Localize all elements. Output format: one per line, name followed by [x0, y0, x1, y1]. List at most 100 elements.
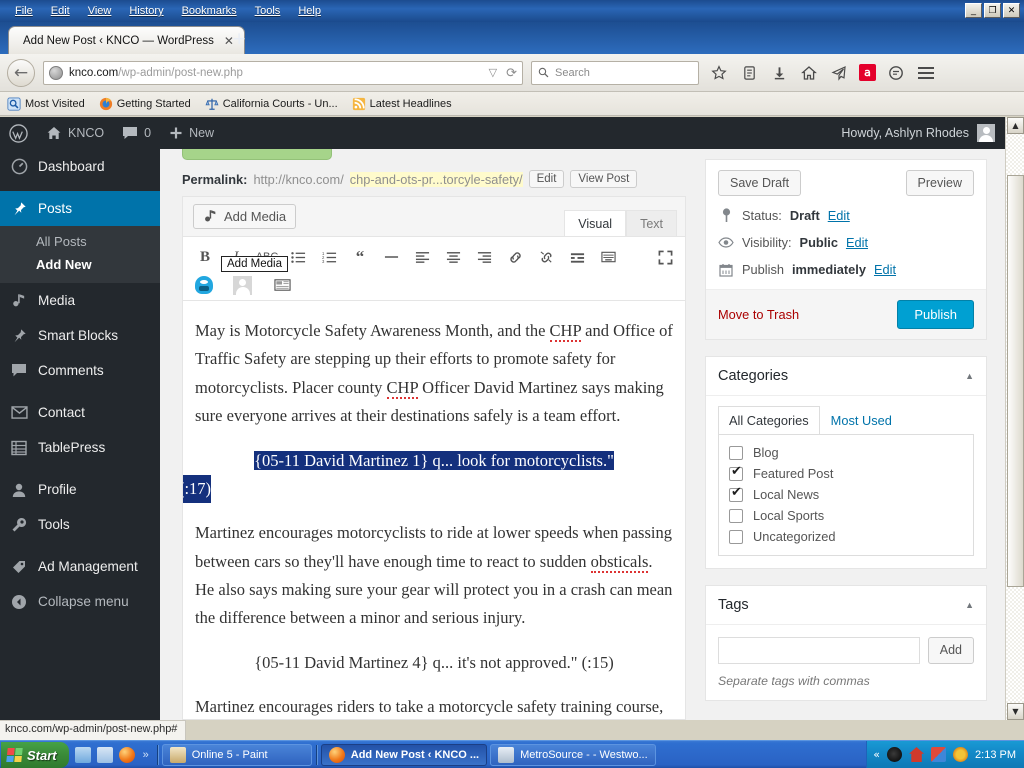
visibility-edit-link[interactable]: Edit: [846, 235, 868, 250]
permalink-slug[interactable]: chp-and-ots-pr...torcyle-safety/: [349, 171, 523, 187]
sidebar-item-tools[interactable]: Tools: [0, 507, 160, 542]
tray-expand-icon[interactable]: «: [873, 748, 880, 761]
new-tab-button[interactable]: +: [232, 31, 246, 48]
category-item-featured-post[interactable]: Featured Post: [729, 464, 963, 481]
sidebar-item-posts[interactable]: Posts: [0, 191, 168, 226]
scrollbar-thumb[interactable]: [1007, 175, 1024, 587]
checkbox[interactable]: [729, 485, 743, 502]
firefox-icon[interactable]: [118, 746, 135, 763]
hamburger-menu-icon[interactable]: [916, 63, 936, 83]
chevron-up-icon[interactable]: ▲: [965, 371, 974, 381]
library-icon[interactable]: [739, 63, 759, 83]
category-item-blog[interactable]: Blog: [729, 445, 963, 460]
news-icon[interactable]: [272, 275, 292, 295]
sidebar-item-smart-blocks[interactable]: Smart Blocks: [0, 318, 160, 353]
word-icon[interactable]: [96, 746, 113, 763]
sidebar-item-contact[interactable]: Contact: [0, 395, 160, 430]
align-right-icon[interactable]: [474, 247, 494, 267]
taskbar-window-firefox[interactable]: Add New Post ‹ KNCO ...: [320, 743, 488, 766]
add-tag-button[interactable]: Add: [927, 637, 974, 664]
reload-icon[interactable]: ⟳: [506, 65, 517, 81]
align-center-icon[interactable]: [443, 247, 463, 267]
checkbox[interactable]: [729, 508, 743, 523]
tab-text[interactable]: Text: [626, 210, 677, 236]
sidebar-item-media[interactable]: Media: [0, 283, 160, 318]
comments-menu[interactable]: 0: [113, 117, 160, 149]
view-post-button[interactable]: View Post: [570, 170, 638, 188]
home-icon[interactable]: [799, 63, 819, 83]
bullet-list-icon[interactable]: [288, 247, 308, 267]
bookmark-most-visited[interactable]: Most Visited: [7, 96, 85, 111]
numbered-list-icon[interactable]: 123: [319, 247, 339, 267]
bookmark-california-courts[interactable]: California Courts - Un...: [205, 97, 338, 111]
schedule-edit-link[interactable]: Edit: [874, 262, 896, 277]
collapse-menu-button[interactable]: Collapse menu: [0, 584, 160, 619]
menu-history[interactable]: History: [120, 3, 172, 19]
wordpress-logo-icon[interactable]: [0, 117, 37, 149]
taskbar-clock[interactable]: 2:13 PM: [975, 749, 1016, 761]
sidebar-subitem-all-posts[interactable]: All Posts: [0, 230, 160, 253]
download-icon[interactable]: [769, 63, 789, 83]
read-more-icon[interactable]: [567, 247, 587, 267]
taskbar-window-metrosource[interactable]: MetroSource - - Westwo...: [490, 743, 656, 766]
ie-icon[interactable]: [74, 746, 91, 763]
align-left-icon[interactable]: [412, 247, 432, 267]
taskbar-window-paint[interactable]: Online 5 - Paint: [161, 743, 312, 766]
tray-blob-icon[interactable]: [887, 747, 903, 762]
avira-extension-icon[interactable]: 𝖺: [859, 64, 876, 81]
menu-tools[interactable]: Tools: [246, 3, 290, 19]
fullscreen-icon[interactable]: [655, 247, 675, 267]
tray-home-icon[interactable]: [909, 747, 925, 762]
menu-view[interactable]: View: [79, 3, 121, 19]
bookmark-star-icon[interactable]: [709, 63, 729, 83]
tray-windows-icon[interactable]: [931, 747, 947, 762]
restore-button[interactable]: ❐: [984, 3, 1001, 18]
category-item-uncategorized[interactable]: Uncategorized: [729, 529, 963, 544]
pocket-send-icon[interactable]: [829, 63, 849, 83]
blockquote-icon[interactable]: “: [350, 247, 370, 267]
user-placeholder-icon[interactable]: [233, 275, 252, 295]
sidebar-item-profile[interactable]: Profile: [0, 472, 160, 507]
checkbox[interactable]: [729, 529, 743, 544]
categories-header[interactable]: Categories ▲: [706, 357, 986, 396]
sidebar-item-comments[interactable]: Comments: [0, 353, 160, 388]
save-draft-button[interactable]: Save Draft: [718, 170, 802, 196]
tags-header[interactable]: Tags ▲: [706, 586, 986, 625]
search-input[interactable]: Search: [531, 60, 699, 85]
address-bar[interactable]: knco.com/wp-admin/post-new.php ▽ ⟳: [43, 60, 523, 85]
minimize-button[interactable]: _: [965, 3, 982, 18]
menu-file[interactable]: File: [6, 3, 42, 19]
quick-launch-overflow[interactable]: »: [143, 749, 149, 761]
tab-most-used[interactable]: Most Used: [820, 406, 903, 434]
move-to-trash-link[interactable]: Move to Trash: [718, 307, 799, 322]
site-name-menu[interactable]: KNCO: [37, 117, 113, 149]
link-icon[interactable]: [505, 247, 525, 267]
chevron-down-icon[interactable]: ▽: [489, 66, 497, 79]
checkbox[interactable]: [729, 464, 743, 481]
add-media-button[interactable]: Add Media: [193, 204, 297, 229]
menu-edit[interactable]: Edit: [42, 3, 79, 19]
sidebar-item-ad-management[interactable]: Ad Management: [0, 549, 160, 584]
sidebar-item-tablepress[interactable]: TablePress: [0, 430, 160, 465]
smiley-icon[interactable]: [195, 276, 213, 294]
tray-gear-icon[interactable]: [953, 747, 969, 762]
browser-tab-active[interactable]: Add New Post ‹ KNCO — WordPress ✕: [8, 26, 245, 54]
menu-bookmarks[interactable]: Bookmarks: [173, 3, 246, 19]
sidebar-subitem-add-new[interactable]: Add New: [0, 253, 160, 276]
bookmark-getting-started[interactable]: Getting Started: [99, 97, 191, 111]
page-scrollbar[interactable]: ▲ ▼: [1005, 117, 1024, 720]
preview-button[interactable]: Preview: [905, 170, 974, 196]
back-button[interactable]: ←: [7, 58, 35, 87]
new-content-menu[interactable]: New: [160, 117, 223, 149]
scroll-up-arrow[interactable]: ▲: [1007, 117, 1024, 134]
category-item-local-news[interactable]: Local News: [729, 485, 963, 502]
tab-visual[interactable]: Visual: [564, 210, 627, 236]
unlink-icon[interactable]: [536, 247, 556, 267]
bookmark-latest-headlines[interactable]: Latest Headlines: [352, 97, 452, 111]
checkbox[interactable]: [729, 445, 743, 460]
category-item-local-sports[interactable]: Local Sports: [729, 508, 963, 523]
publish-button[interactable]: Publish: [897, 300, 974, 329]
scroll-down-arrow[interactable]: ▼: [1007, 703, 1024, 720]
menu-help[interactable]: Help: [289, 3, 330, 19]
chat-icon[interactable]: [886, 63, 906, 83]
